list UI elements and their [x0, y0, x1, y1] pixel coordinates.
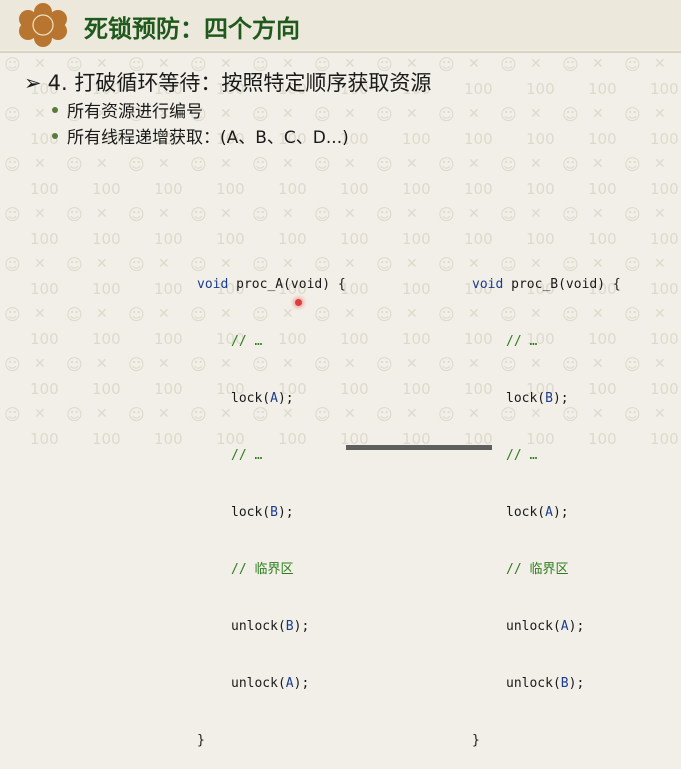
code-line-signature: void proc_B(void) { — [472, 275, 621, 294]
call-name: unlock( — [231, 676, 286, 691]
code-line: lock(B); — [197, 503, 346, 522]
code-line: // … — [197, 332, 346, 351]
call-end: ); — [293, 619, 310, 634]
call-end: ); — [293, 676, 310, 691]
flower-logo-icon — [19, 3, 67, 47]
code-line-closing: } — [197, 733, 205, 748]
call-name: lock( — [506, 391, 546, 406]
call-arg: A — [560, 619, 569, 634]
main-bullet-text: 4. 打破循环等待：按照特定顺序获取资源 — [47, 71, 432, 95]
code-line: unlock(A); — [472, 617, 621, 636]
call-arg: B — [285, 619, 294, 634]
call-arg: B — [545, 391, 553, 406]
keyword-void: void — [197, 277, 229, 292]
call-arg: B — [270, 505, 278, 520]
function-signature: proc_A(void) { — [228, 277, 346, 292]
code-line: unlock(B); — [472, 674, 621, 693]
call-end: ); — [277, 505, 294, 520]
arrow-bullet-icon: ➢ — [24, 71, 42, 95]
code-block-proc-a: void proc_A(void) { // … lock(A); // … l… — [197, 237, 346, 769]
code-line: lock(B); — [472, 389, 621, 408]
call-name: unlock( — [231, 619, 286, 634]
code-block-proc-b: void proc_B(void) { // … lock(B); // … l… — [472, 237, 621, 769]
call-end: ); — [552, 391, 569, 406]
laser-pointer-dot — [295, 299, 302, 306]
slide-title: 死锁预防：四个方向 — [84, 15, 300, 43]
sub-bullet-text: 所有线程递增获取：(A、B、C、D...) — [67, 128, 349, 148]
call-name: lock( — [231, 391, 271, 406]
sub-bullet: 所有资源进行编号 — [52, 97, 203, 122]
call-arg: A — [545, 505, 553, 520]
call-name: unlock( — [506, 676, 561, 691]
code-line: // 临界区 — [472, 560, 621, 579]
code-line: // 临界区 — [197, 560, 346, 579]
presentation-progress-bar[interactable] — [346, 445, 492, 450]
call-name: lock( — [231, 505, 271, 520]
code-comment: // 临界区 — [231, 562, 294, 577]
sub-bullet-text: 所有资源进行编号 — [67, 102, 203, 122]
code-line: unlock(B); — [197, 617, 346, 636]
title-divider — [0, 51, 681, 53]
call-end: ); — [552, 505, 569, 520]
call-end: ); — [277, 391, 294, 406]
call-end: ); — [568, 619, 585, 634]
code-line: lock(A); — [472, 503, 621, 522]
call-arg: A — [285, 676, 294, 691]
code-line: lock(A); — [197, 389, 346, 408]
code-comment: // … — [506, 334, 538, 349]
code-comment: // 临界区 — [506, 562, 569, 577]
code-line: // … — [472, 332, 621, 351]
code-line-signature: void proc_A(void) { — [197, 275, 346, 294]
call-name: lock( — [506, 505, 546, 520]
call-end: ); — [568, 676, 585, 691]
keyword-void: void — [472, 277, 504, 292]
main-bullet: ➢ 4. 打破循环等待：按照特定顺序获取资源 — [24, 67, 431, 97]
code-line: // … — [472, 446, 621, 465]
code-comment: // … — [506, 448, 538, 463]
bullet-dot-icon — [52, 107, 58, 113]
bullet-dot-icon — [52, 133, 58, 139]
code-line-closing: } — [472, 733, 480, 748]
call-arg: B — [560, 676, 569, 691]
code-line: unlock(A); — [197, 674, 346, 693]
call-arg: A — [270, 391, 278, 406]
code-line: // … — [197, 446, 346, 465]
function-signature: proc_B(void) { — [503, 277, 621, 292]
code-comment: // … — [231, 448, 263, 463]
code-comment: // … — [231, 334, 263, 349]
sub-bullet: 所有线程递增获取：(A、B、C、D...) — [52, 123, 349, 148]
call-name: unlock( — [506, 619, 561, 634]
